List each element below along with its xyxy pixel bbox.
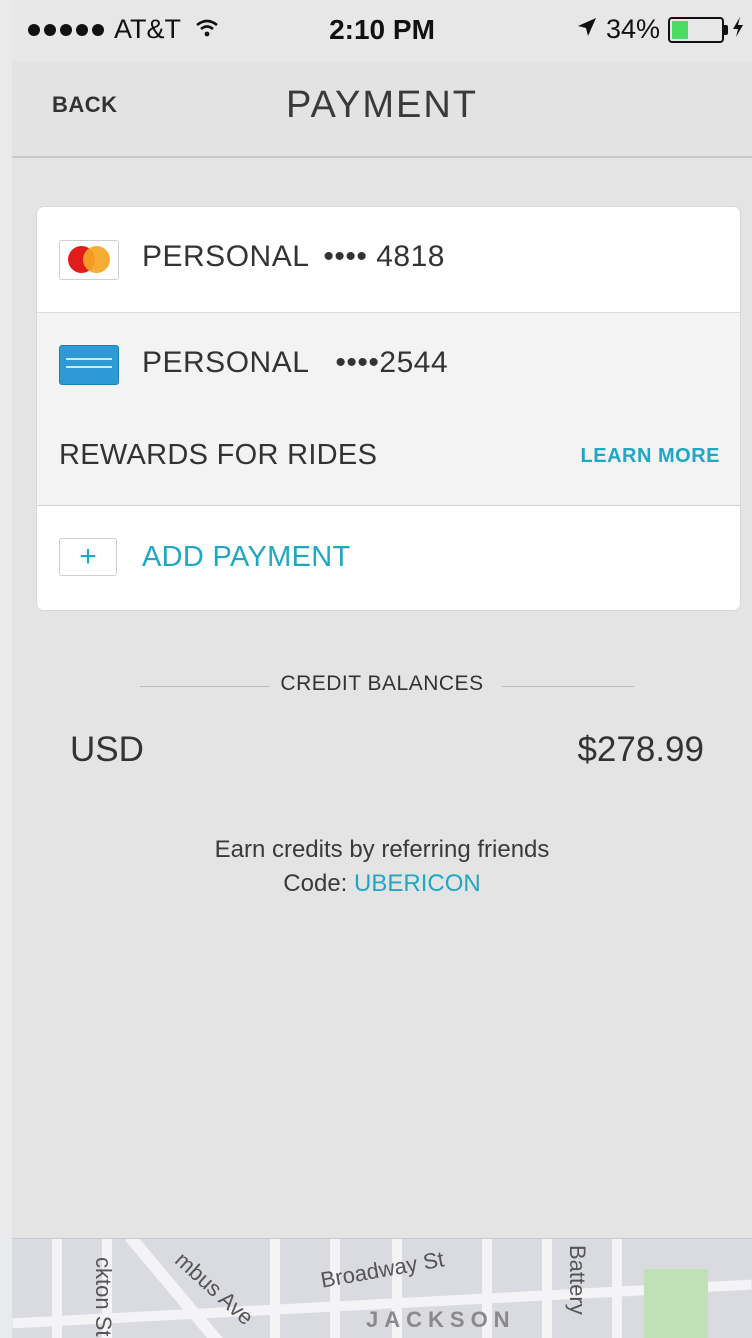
battery-cap	[724, 24, 728, 35]
page-title: PAYMENT	[285, 84, 479, 126]
rewards-label: REWARDS FOR RIDES	[59, 439, 378, 471]
payment-method-row-amex[interactable]: PERSONAL ••••2544	[37, 313, 740, 407]
add-payment-row[interactable]: + ADD PAYMENT	[37, 506, 740, 610]
payment-method-label: PERSONAL ••••2544	[142, 346, 448, 380]
card-number-mask: •••• 4818	[323, 240, 445, 273]
payment-screen: AT&T 2:10 PM 34% BACK PAYMENT PERSONAL •…	[12, 0, 752, 1338]
add-payment-button[interactable]: ADD PAYMENT	[142, 541, 350, 574]
rewards-row: REWARDS FOR RIDES LEARN MORE	[37, 407, 740, 506]
payment-method-row-mastercard[interactable]: PERSONAL •••• 4818	[37, 207, 740, 313]
map-road	[612, 1239, 622, 1338]
payment-method-label: PERSONAL •••• 4818	[142, 240, 445, 274]
map-road	[542, 1239, 552, 1338]
credit-amount: $278.99	[577, 730, 704, 769]
payment-profile: PERSONAL	[142, 346, 310, 379]
map-district-label: JACKSON	[366, 1307, 516, 1332]
charging-icon	[732, 14, 744, 45]
payment-methods-card: PERSONAL •••• 4818 PERSONAL ••••2544 REWAR…	[36, 206, 741, 611]
battery-icon	[668, 16, 728, 43]
battery-fill	[672, 20, 688, 39]
location-arrow-icon	[576, 14, 598, 45]
payment-profile: PERSONAL	[142, 240, 310, 273]
map-preview[interactable]: ckton St mbus Ave Broadway St Battery JA…	[12, 1238, 752, 1338]
battery-percent: 34%	[605, 14, 660, 44]
navigation-bar: BACK PAYMENT	[12, 62, 752, 158]
amex-icon	[59, 345, 119, 385]
status-bar: AT&T 2:10 PM 34%	[12, 0, 752, 62]
referral-text: Earn credits by referring friends	[214, 836, 550, 863]
referral-code-label: Code:	[283, 870, 348, 897]
map-road	[270, 1239, 280, 1338]
card-number-mask: ••••2544	[335, 346, 449, 379]
divider	[502, 686, 634, 687]
plus-icon: +	[59, 538, 117, 576]
map-park	[644, 1269, 708, 1338]
learn-more-link[interactable]: LEARN MORE	[581, 445, 720, 468]
map-street-label: ckton St	[91, 1257, 116, 1337]
status-right: 34%	[576, 14, 744, 45]
credit-balances-heading: CREDIT BALANCES	[280, 672, 484, 695]
currency-label: USD	[70, 730, 144, 769]
mastercard-icon	[59, 240, 119, 280]
map-street-label: Battery	[565, 1245, 590, 1315]
referral-code[interactable]: UBERICON	[354, 870, 481, 897]
referral-code-line: Code: UBERICON	[12, 870, 752, 898]
map-road	[52, 1239, 62, 1338]
